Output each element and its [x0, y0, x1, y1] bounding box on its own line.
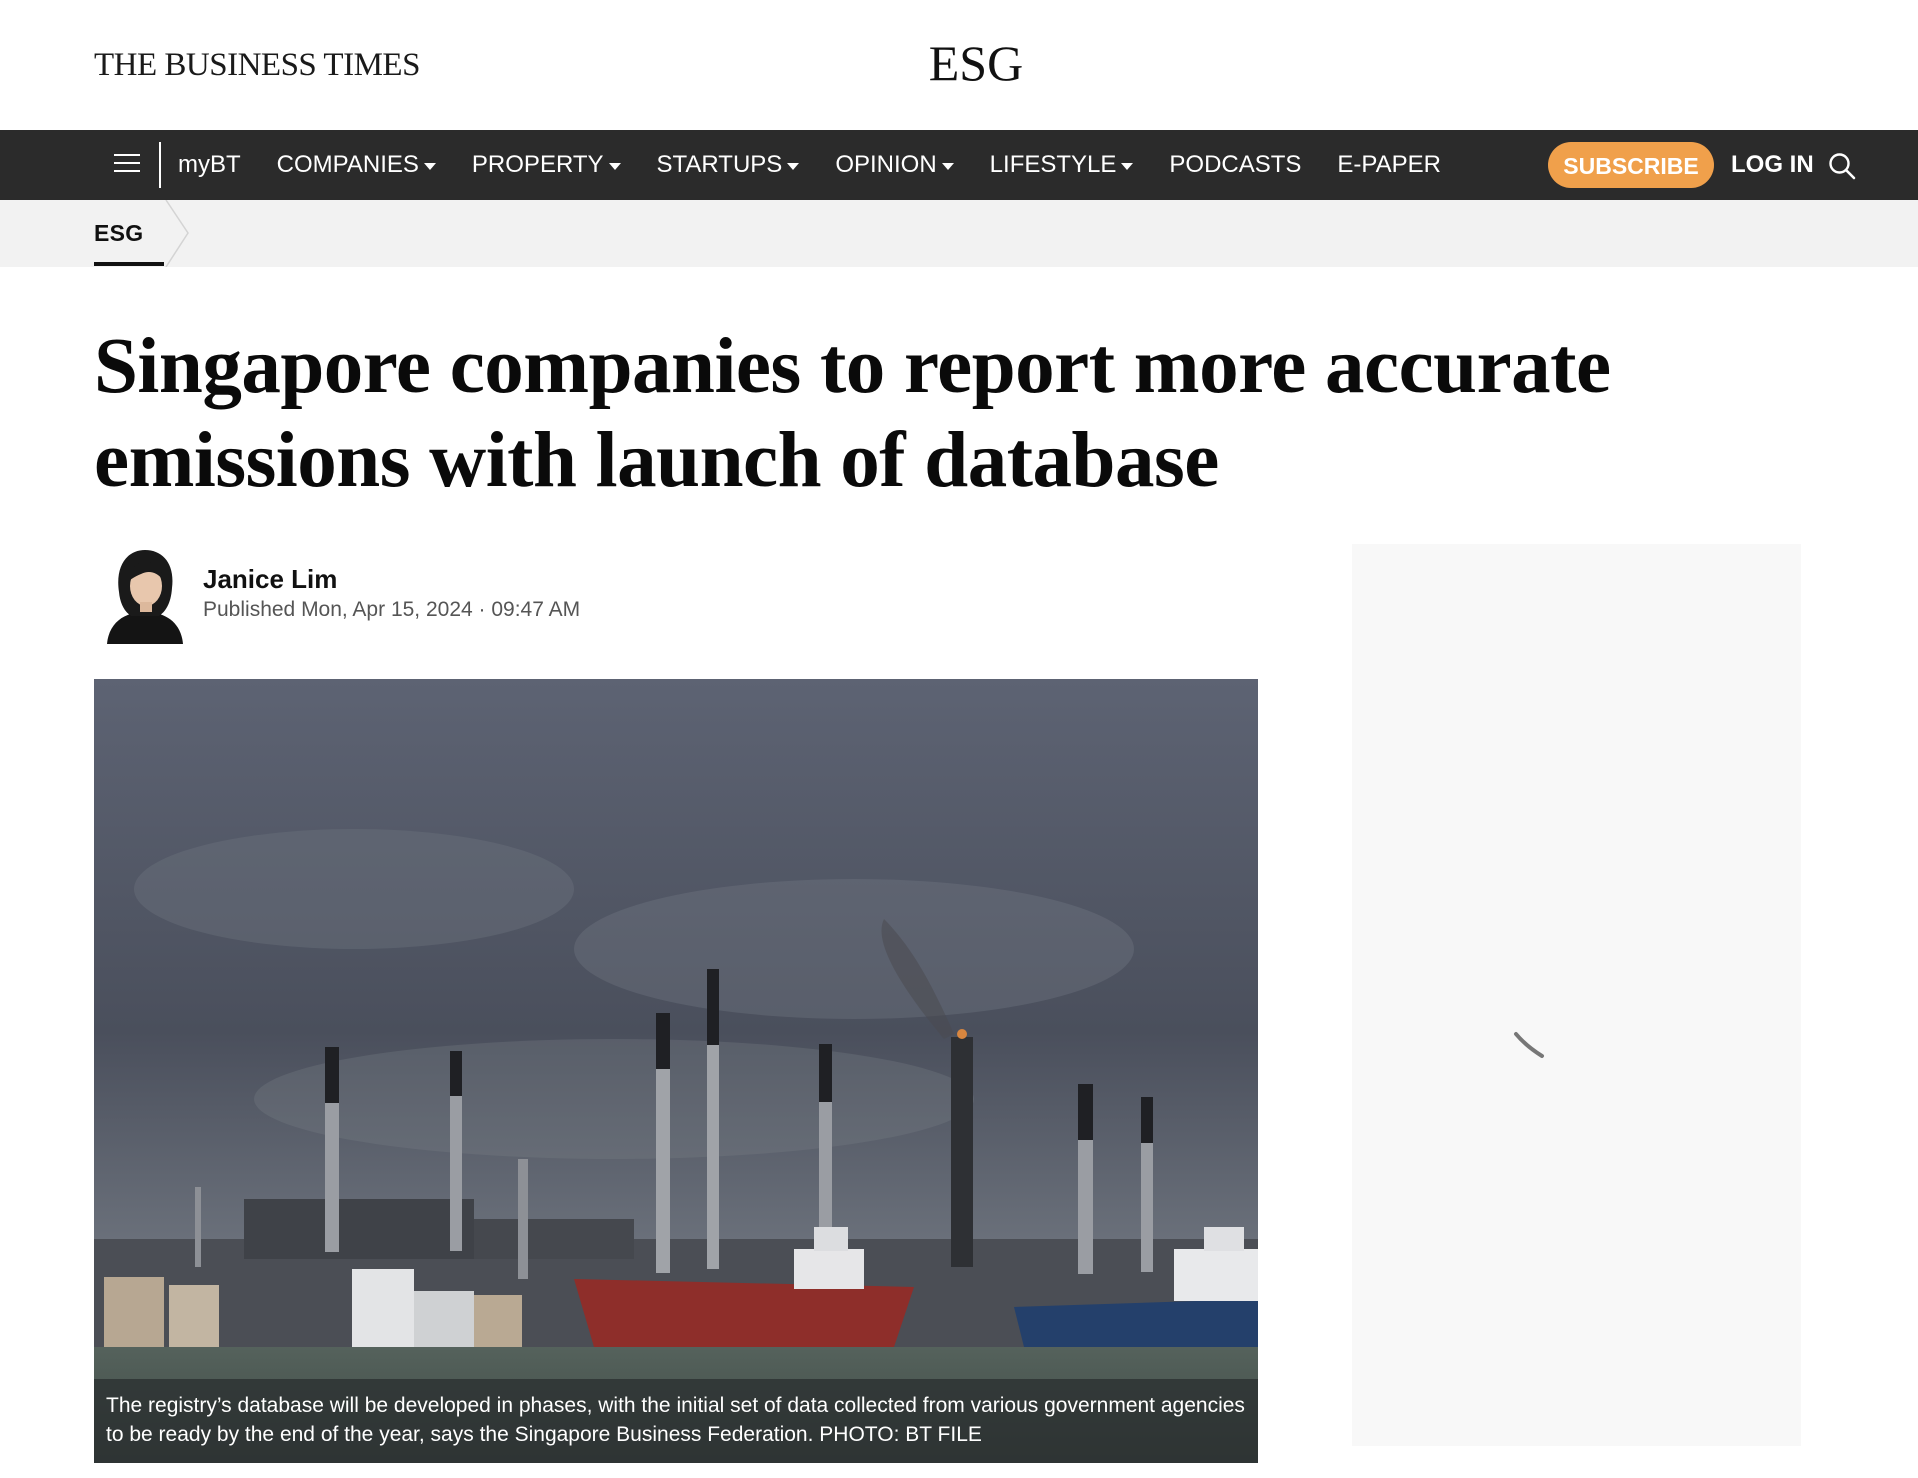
nav-items: myBT COMPANIES PROPERTY STARTUPS OPINION… [178, 130, 1477, 200]
nav-item-property[interactable]: PROPERTY [472, 151, 621, 179]
article-headline: Singapore companies to report more accur… [94, 320, 1814, 508]
hero-image: The registry’s database will be develope… [94, 679, 1258, 1463]
nav-item-label: COMPANIES [276, 151, 419, 178]
refinery-photo [94, 679, 1258, 1463]
headline-line-2: emissions with launch of database [94, 417, 1219, 504]
headline-line-1: Singapore companies to report more accur… [94, 323, 1611, 410]
section-heading: ESG [928, 35, 1024, 91]
nav-item-epaper[interactable]: E-PAPER [1337, 151, 1441, 179]
masthead: THE BUSINESS TIMES ESG [0, 0, 1918, 130]
nav-item-lifestyle[interactable]: LIFESTYLE [990, 151, 1134, 179]
nav-divider [159, 142, 161, 188]
author-name-link[interactable]: Janice Lim [203, 564, 337, 595]
main-nav: myBT COMPANIES PROPERTY STARTUPS OPINION… [0, 130, 1918, 200]
caret-down-icon [1121, 162, 1134, 170]
hamburger-menu-icon[interactable] [114, 154, 140, 176]
nav-item-label: STARTUPS [656, 151, 783, 178]
breadcrumb-active-underline [94, 262, 164, 266]
caret-down-icon [787, 162, 800, 170]
sidebar-ad-placeholder [1352, 544, 1801, 1446]
nav-item-label: OPINION [835, 151, 937, 178]
breadcrumb-item-esg[interactable]: ESG [94, 200, 143, 267]
caret-down-icon [941, 162, 954, 170]
subscribe-button[interactable]: SUBSCRIBE [1548, 142, 1714, 188]
caret-down-icon [423, 162, 436, 170]
login-link[interactable]: LOG IN [1731, 130, 1814, 200]
nav-item-label: LIFESTYLE [989, 151, 1117, 178]
author-avatar[interactable] [103, 546, 187, 644]
breadcrumb-label: ESG [94, 220, 144, 246]
nav-item-opinion[interactable]: OPINION [835, 151, 954, 179]
nav-item-label: PROPERTY [471, 151, 604, 178]
nav-item-mybt[interactable]: myBT [178, 151, 241, 179]
nav-item-startups[interactable]: STARTUPS [657, 151, 800, 179]
breadcrumb: ESG [0, 200, 1918, 267]
published-timestamp: Published Mon, Apr 15, 2024 · 09:47 AM [203, 598, 581, 621]
chevron-right-icon [165, 200, 189, 267]
nav-item-companies[interactable]: COMPANIES [277, 151, 436, 179]
nav-item-podcasts[interactable]: PODCASTS [1169, 151, 1301, 179]
caret-down-icon [608, 162, 621, 170]
search-icon[interactable] [1828, 152, 1856, 180]
image-caption: The registry’s database will be develope… [94, 1379, 1258, 1463]
loading-spinner-icon [1514, 1032, 1544, 1058]
